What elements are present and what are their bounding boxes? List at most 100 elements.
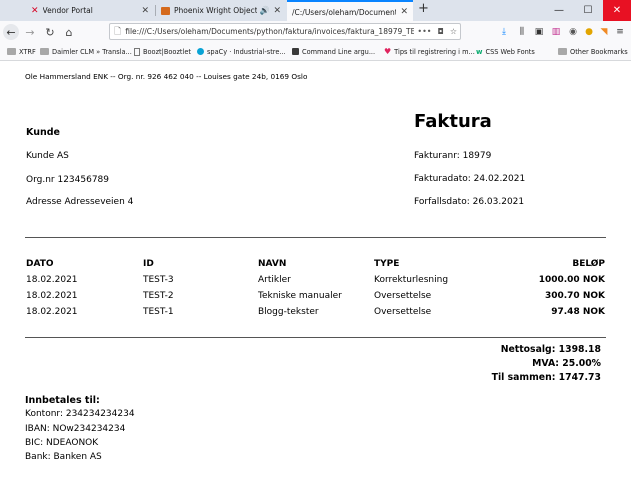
phoenix-favicon [161, 6, 170, 15]
bookmark-label: Command Line argu... [302, 47, 376, 56]
column-header-type: TYPE [374, 259, 400, 269]
bookmark-label: Other Bookmarks [570, 47, 628, 56]
tab-bar: ✕ Vendor Portal ✕ Phoenix Wright Objecti… [0, 0, 631, 22]
bookmark-label: Boozt|Booztlet [143, 47, 191, 56]
vendor-x-icon: ✕ [31, 5, 39, 16]
customer-org-number: Org.nr 123456789 [26, 175, 109, 185]
pocket-icon[interactable]: ◘ [438, 27, 444, 36]
divider [25, 337, 606, 338]
tab-phoenix-wright[interactable]: Phoenix Wright Objection! 🔊 ✕ [156, 0, 286, 21]
column-header-amount: BELØP [572, 259, 605, 269]
navigation-toolbar: ← → ↻ ⌂ 🗋 file:///C:/Users/oleham/Docume… [0, 21, 631, 44]
divider [25, 237, 606, 238]
close-tab-icon[interactable]: ✕ [273, 6, 281, 16]
bookmark-boozt[interactable]: Boozt|Booztlet [134, 43, 191, 60]
bookmark-css-web-fonts[interactable]: w CSS Web Fonts [476, 43, 535, 60]
vat-rate: MVA: 25.00% [532, 358, 601, 369]
page-icon [134, 47, 140, 56]
cell-id: TEST-2 [143, 291, 174, 301]
page-actions-icon[interactable]: ••• [417, 27, 431, 36]
folder-icon [40, 48, 49, 55]
bookmark-other-bookmarks[interactable]: Other Bookmarks [558, 43, 628, 60]
close-window-icon[interactable]: ✕ [603, 0, 631, 21]
rss-icon[interactable]: ◥ [596, 24, 612, 40]
tab-title: Vendor Portal [42, 6, 93, 15]
net-sales-total: Nettosalg: 1398.18 [500, 344, 601, 355]
minimize-icon[interactable]: — [545, 0, 573, 21]
payment-heading: Innbetales til: [25, 395, 100, 406]
cell-date: 18.02.2021 [26, 307, 78, 317]
bookmark-spacy[interactable]: spaCy · Industrial-stre... [197, 43, 286, 60]
heart-icon: ♥ [384, 47, 392, 56]
invoice-number: Fakturanr: 18979 [414, 151, 492, 161]
close-tab-icon[interactable]: ✕ [400, 7, 408, 17]
cell-amount: 300.70 NOK [544, 291, 605, 301]
bookmark-star-icon[interactable]: ☆ [450, 27, 457, 36]
maximize-icon[interactable]: ☐ [574, 0, 602, 21]
invoice-title: Faktura [414, 111, 492, 132]
close-tab-icon[interactable]: ✕ [141, 6, 149, 16]
cmd-icon [292, 48, 299, 55]
spacy-icon [197, 48, 204, 55]
bookmark-label: CSS Web Fonts [485, 47, 535, 56]
tab-title: /C:/Users/oleham/Documents/pyth [292, 7, 396, 17]
tab-invoice-file[interactable]: /C:/Users/oleham/Documents/pyth ✕ [287, 0, 413, 22]
payment-account-number: Kontonr: 234234234234 [25, 409, 135, 419]
folder-icon [558, 48, 567, 55]
new-tab-icon[interactable]: + [418, 1, 429, 16]
cell-date: 18.02.2021 [26, 291, 78, 301]
column-header-name: NAVN [258, 259, 287, 269]
page-info-icon[interactable]: 🗋 [114, 24, 121, 40]
tab-vendor-portal[interactable]: ✕ Vendor Portal ✕ [26, 0, 154, 21]
sidebar-icon[interactable]: ▣ [531, 24, 547, 40]
cell-name: Blogg-tekster [258, 307, 319, 317]
customer-address: Adresse Adresseveien 4 [26, 197, 134, 207]
cell-type: Oversettelse [374, 307, 432, 317]
cell-name: Artikler [258, 275, 291, 285]
speaker-icon[interactable]: 🔊 [259, 6, 269, 15]
cell-amount: 1000.00 NOK [538, 275, 605, 285]
bookmark-daimler[interactable]: Daimler CLM » Transla... [40, 43, 132, 60]
bookmark-label: spaCy · Industrial-stre... [207, 47, 286, 56]
bookmark-xtrf[interactable]: XTRF [7, 43, 36, 60]
library-icon[interactable]: ⫼ [514, 24, 530, 40]
address-bar[interactable]: 🗋 file:///C:/Users/oleham/Documents/pyth… [109, 23, 461, 40]
bookmark-tips[interactable]: ♥ Tips til registrering i m... [384, 43, 475, 60]
column-header-date: DATO [26, 259, 54, 269]
cell-type: Korrekturlesning [374, 275, 449, 285]
invoice-date: Fakturadato: 24.02.2021 [414, 174, 526, 184]
url-text[interactable]: file:///C:/Users/oleham/Documents/python… [125, 27, 414, 36]
bookmark-label: Daimler CLM » Transla... [52, 47, 132, 56]
customer-name: Kunde AS [26, 151, 69, 161]
cell-type: Oversettelse [374, 291, 432, 301]
back-arrow-icon[interactable]: ← [3, 24, 19, 40]
payment-iban: IBAN: NOw234234234 [25, 424, 126, 434]
extension-container-icon[interactable]: ▥ [548, 24, 564, 40]
folder-icon [7, 48, 16, 55]
forward-arrow-icon[interactable]: → [22, 24, 38, 40]
cell-amount: 97.48 NOK [551, 307, 605, 317]
cell-id: TEST-3 [143, 275, 174, 285]
cell-id: TEST-1 [143, 307, 174, 317]
company-info-line: Ole Hammersland ENK -- Org. nr. 926 462 … [25, 72, 308, 81]
bookmark-label: Tips til registrering i m... [394, 47, 475, 56]
download-icon[interactable]: ⤓ [496, 24, 512, 40]
cell-date: 18.02.2021 [26, 275, 78, 285]
extension-cookie-icon[interactable]: ● [581, 24, 597, 40]
home-icon[interactable]: ⌂ [61, 24, 77, 40]
tab-title: Phoenix Wright Objection! [174, 6, 258, 15]
bookmark-command-line[interactable]: Command Line argu... [292, 43, 375, 60]
invoice-page: Ole Hammersland ENK -- Org. nr. 926 462 … [0, 61, 631, 480]
grand-total: Til sammen: 1747.73 [491, 372, 601, 383]
due-date: Forfallsdato: 26.03.2021 [414, 197, 525, 207]
cell-name: Tekniske manualer [258, 291, 342, 301]
bookmark-label: XTRF [19, 47, 36, 56]
w3-icon: w [476, 47, 483, 56]
menu-hamburger-icon[interactable]: ≡ [612, 24, 628, 40]
account-icon[interactable]: ◉ [565, 24, 581, 40]
column-header-id: ID [143, 259, 154, 269]
reload-icon[interactable]: ↻ [42, 24, 58, 40]
bookmarks-toolbar: XTRF Daimler CLM » Transla... Boozt|Booz… [0, 43, 631, 61]
customer-heading: Kunde [26, 127, 60, 138]
payment-bic: BIC: NDEAONOK [25, 438, 99, 448]
